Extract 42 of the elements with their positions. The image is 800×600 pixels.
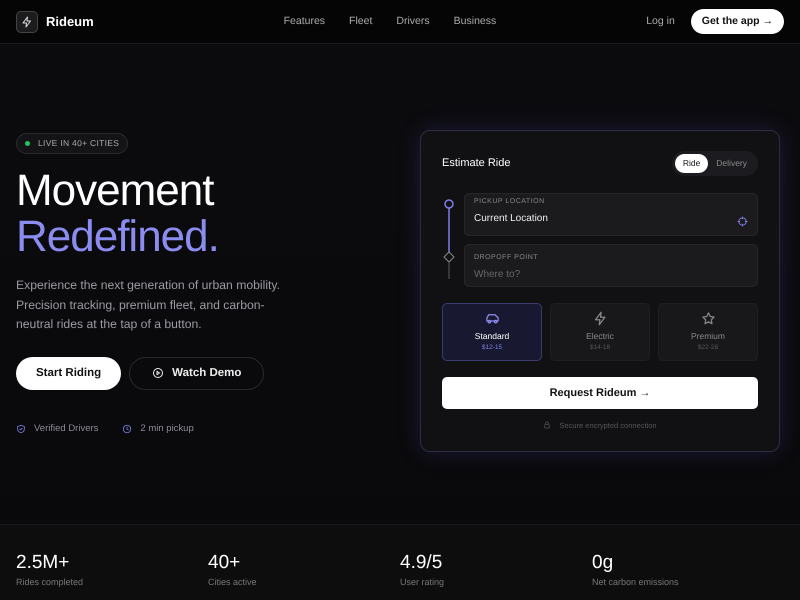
request-button[interactable]: Request Rideum → <box>442 376 758 409</box>
hero-title: Movement <box>16 168 216 214</box>
feature-label: Verified Drivers <box>34 422 98 436</box>
watch-demo-button[interactable]: Watch Demo <box>129 356 264 390</box>
lock-icon <box>543 421 552 430</box>
target-icon[interactable] <box>737 216 748 227</box>
live-badge: LIVE IN 40+ CITIES <box>16 133 128 154</box>
mode-tab[interactable]: Ride <box>674 154 708 173</box>
nav-link[interactable]: Business <box>454 14 496 30</box>
mode-tab[interactable]: Delivery <box>708 154 755 173</box>
stat-label: Rides completed <box>16 576 84 589</box>
hero-title: Redefined. <box>16 214 220 260</box>
stat-value: 40+ <box>208 553 242 572</box>
pickup-input[interactable]: Current Location <box>474 211 737 226</box>
car-icon <box>484 311 500 326</box>
shield-icon <box>16 424 26 434</box>
lightning-icon <box>21 16 33 28</box>
login-link[interactable]: Log in <box>646 14 675 30</box>
brand-name[interactable]: Rideum <box>46 12 94 32</box>
stat-label: User rating <box>400 576 446 589</box>
stat-label: Cities active <box>208 576 258 589</box>
nav-link[interactable]: Fleet <box>349 14 372 30</box>
get-app-button[interactable]: Get the app → <box>690 8 784 34</box>
option-name: Premium <box>690 330 725 343</box>
card-title: Estimate Ride <box>442 156 510 172</box>
status-dot <box>25 141 30 146</box>
lightning-icon <box>592 311 608 326</box>
stat-value: 4.9/5 <box>400 553 444 572</box>
nav-link[interactable]: Features <box>284 14 326 30</box>
clock-icon <box>122 424 132 434</box>
star-icon <box>700 311 716 326</box>
dropoff-input[interactable]: Where to? <box>474 267 748 282</box>
start-riding-button[interactable]: Start Riding <box>16 356 122 390</box>
feature-label: 2 min pickup <box>140 422 194 436</box>
play-icon <box>152 367 164 380</box>
stat-value: 0g <box>592 553 614 572</box>
option-name: Standard <box>474 330 510 343</box>
stat-label: Net carbon emissions <box>592 576 680 589</box>
option-name: Electric <box>586 330 614 343</box>
nav-link[interactable]: Drivers <box>396 14 430 30</box>
hero-description: Experience the next generation of urban mobility. Precision tracking, premium fleet, and carbon-neutral rides at the tap of a button. <box>16 277 281 334</box>
stat-value: 2.5M+ <box>16 553 70 572</box>
